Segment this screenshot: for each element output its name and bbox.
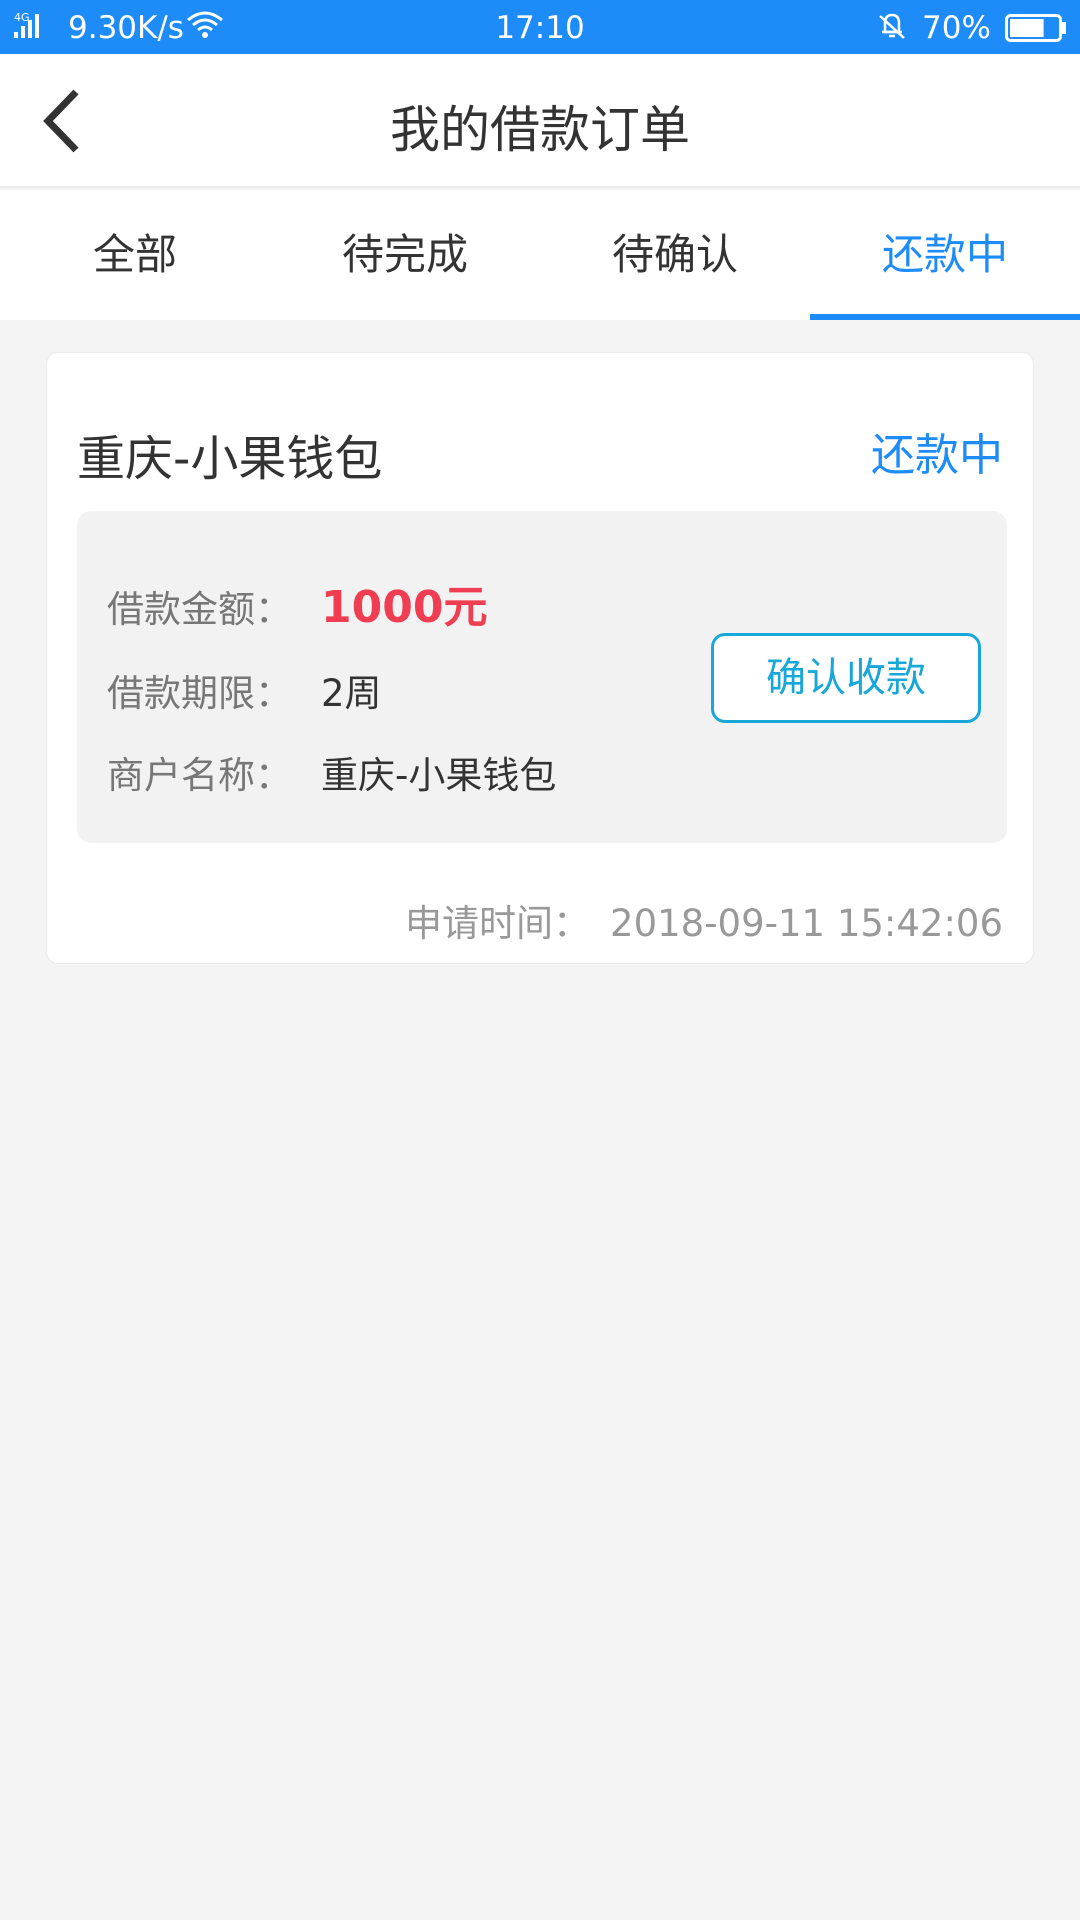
page-title: 我的借款订单 xyxy=(390,101,690,159)
apply-time-value: 2018-09-11 15:42:06 xyxy=(610,902,1003,945)
amount-value: 1000元 xyxy=(321,582,488,633)
battery-icon xyxy=(1005,14,1067,50)
order-tabs: 全部 待完成 待确认 还款中 xyxy=(0,190,1080,320)
tab-to-confirm[interactable]: 待确认 xyxy=(540,190,810,320)
app-header: 我的借款订单 xyxy=(0,54,1080,188)
tab-repaying[interactable]: 还款中 xyxy=(810,190,1080,320)
amount-label: 借款金额： xyxy=(107,588,292,631)
term-label: 借款期限： xyxy=(107,672,292,715)
order-detail-box: 借款金额： 1000元 借款期限： 2周 商户名称： 重庆-小果钱包 确认收款 xyxy=(77,511,1007,843)
merchant-label: 商户名称： xyxy=(107,754,292,797)
apply-time: 申请时间： 2018-09-11 15:42:06 xyxy=(405,893,1003,947)
status-bar: 4G 9.30K/s 17:10 70% xyxy=(0,0,1080,54)
merchant-value: 重庆-小果钱包 xyxy=(321,754,557,797)
merchant-title: 重庆-小果钱包 xyxy=(77,431,383,487)
term-value: 2周 xyxy=(321,672,382,715)
clock: 17:10 xyxy=(495,10,585,46)
order-card[interactable]: 重庆-小果钱包 还款中 借款金额： 1000元 借款期限： 2周 商户名称： 重… xyxy=(46,352,1034,964)
confirm-receipt-button[interactable]: 确认收款 xyxy=(711,633,981,723)
tab-pending[interactable]: 待完成 xyxy=(270,190,540,320)
apply-time-label: 申请时间： xyxy=(405,902,591,945)
alarm-bell-icon xyxy=(876,10,908,50)
battery-percent: 70% xyxy=(922,10,991,46)
order-status: 还款中 xyxy=(871,430,1003,481)
tab-all[interactable]: 全部 xyxy=(0,190,270,320)
